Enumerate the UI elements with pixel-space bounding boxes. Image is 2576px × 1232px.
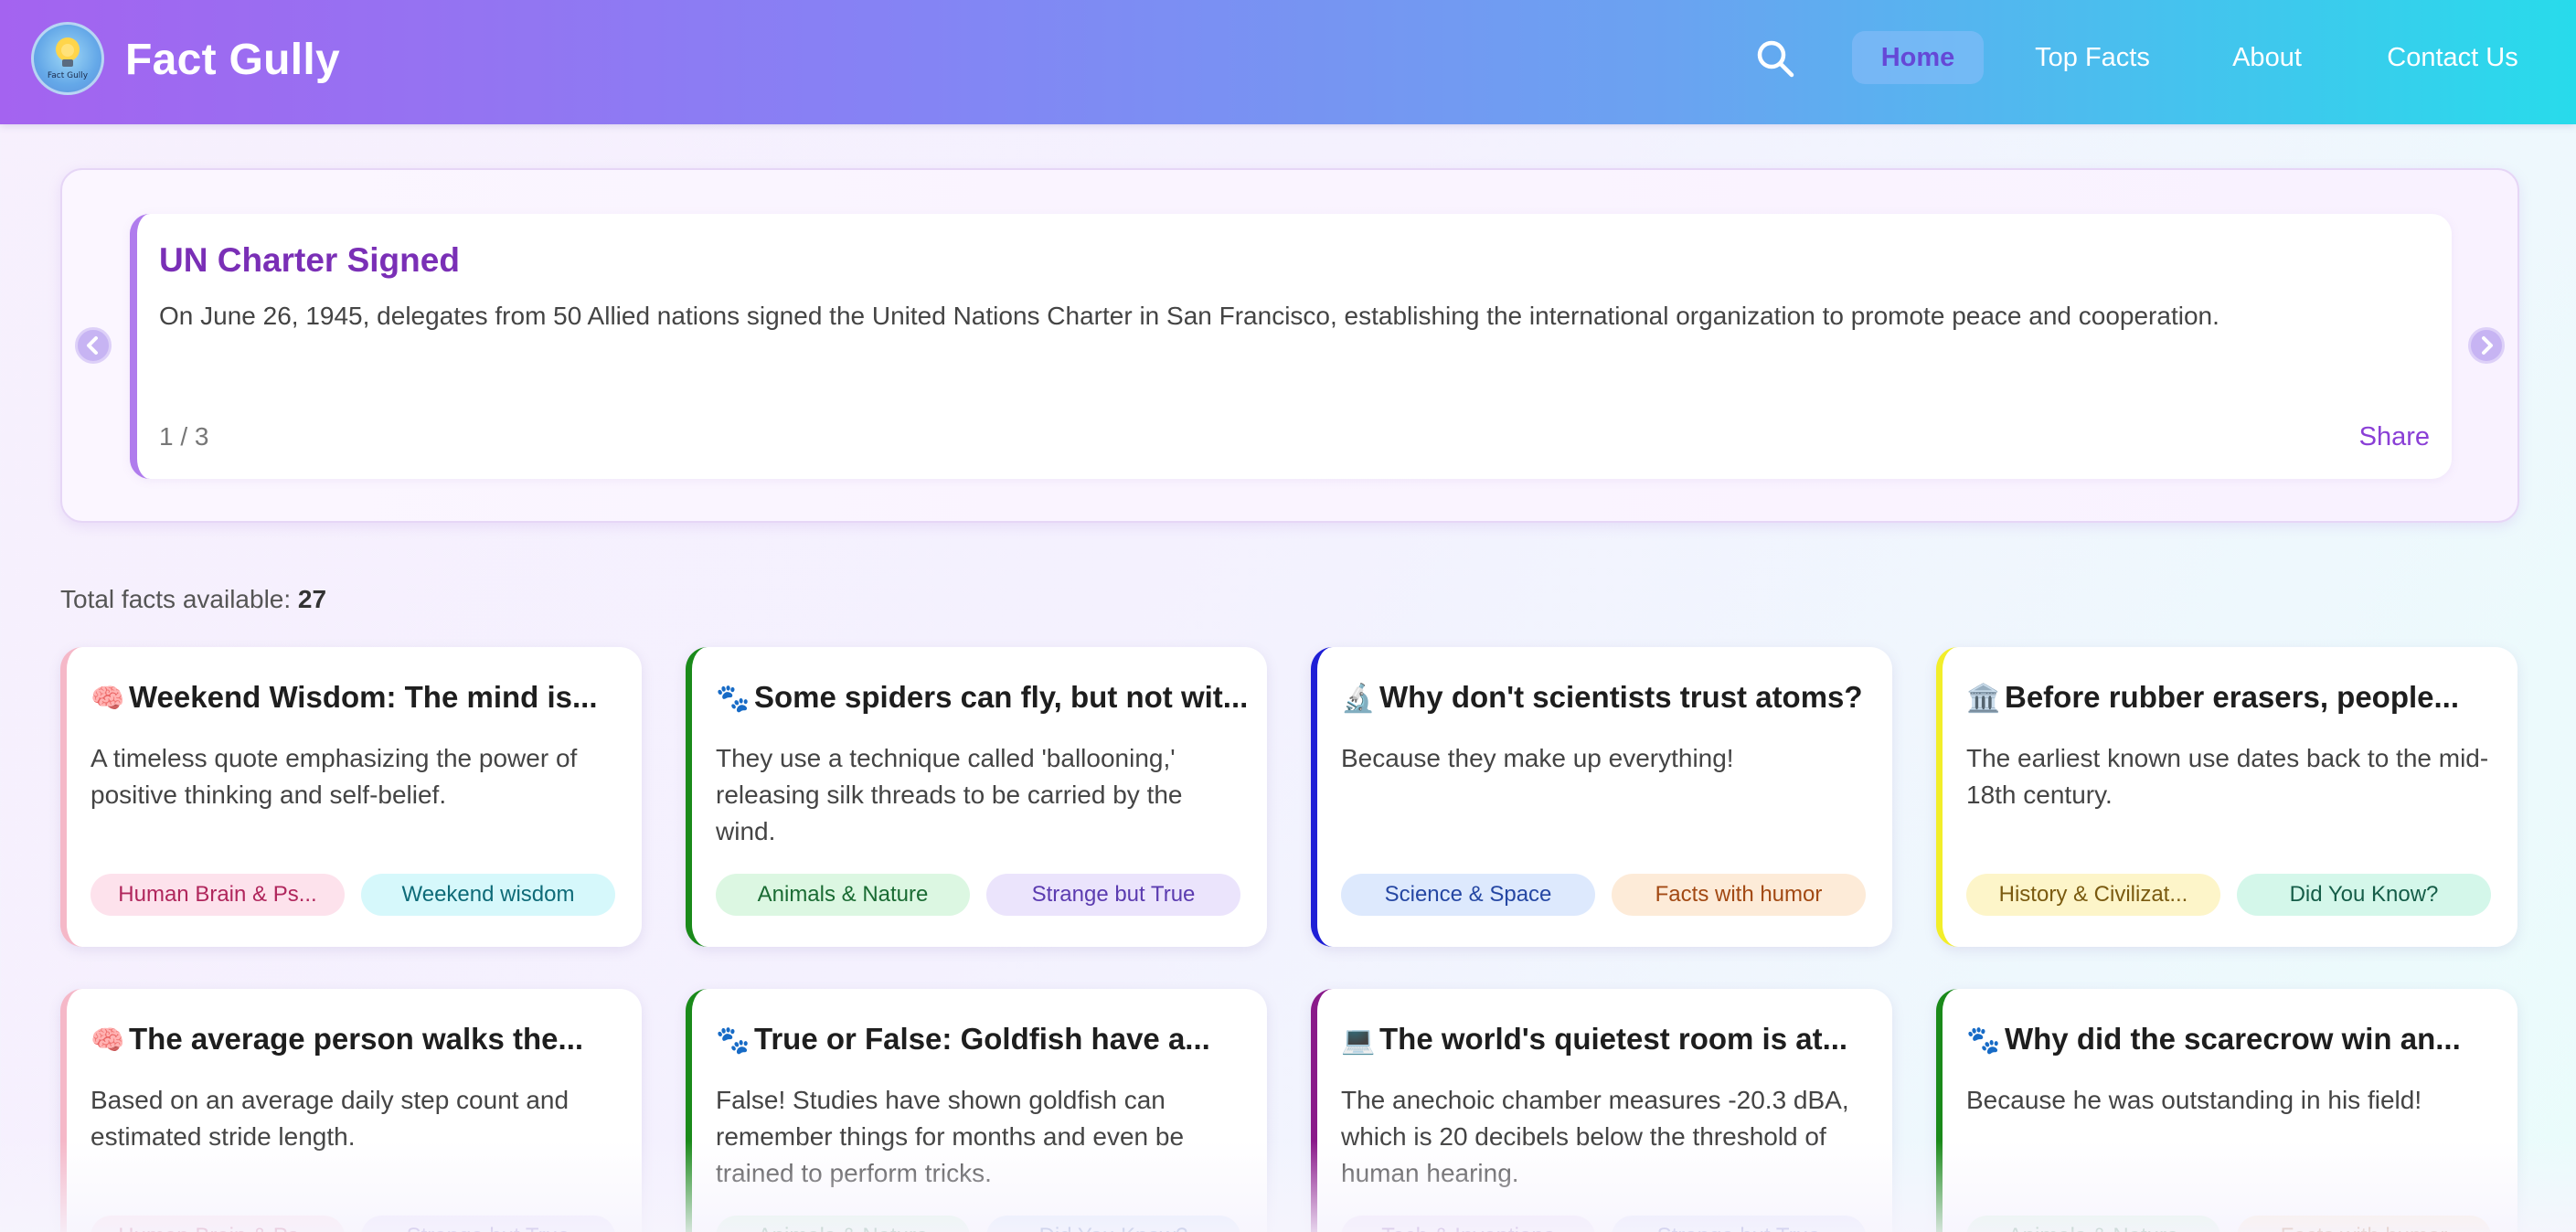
fact-card-tags: History & Civilizat... Did You Know?: [1966, 874, 2491, 916]
total-facts-count: 27: [297, 585, 327, 613]
fact-card-tags: Animals & Nature Did You Know?: [716, 1216, 1240, 1232]
fact-card-title-text: The average person walks the...: [129, 1022, 584, 1056]
category-tag[interactable]: Human Brain & Ps...: [90, 1216, 345, 1232]
nav-contact-us[interactable]: Contact Us: [2369, 31, 2536, 84]
fact-card-description: The anechoic chamber measures -20.3 dBA,…: [1341, 1086, 1849, 1187]
brand-name[interactable]: Fact Gully: [125, 35, 340, 85]
fact-card-tags: Human Brain & Ps... Weekend wisdom: [90, 874, 615, 916]
category-tag[interactable]: Facts with humor: [1612, 874, 1866, 916]
fact-card-title: 🐾 Some spiders can fly, but not wit...: [716, 680, 1255, 715]
top-navbar: Fact Gully Fact Gully Home Top Facts Abo…: [0, 0, 2576, 124]
category-tag[interactable]: Strange but True: [1612, 1216, 1866, 1232]
fact-card-tags: Animals & Nature Strange but True: [716, 874, 1240, 916]
total-facts-label: Total facts available:: [60, 585, 298, 613]
microscope-icon: 🔬: [1341, 684, 1376, 714]
featured-fact-card: UN Charter Signed On June 26, 1945, dele…: [130, 214, 2452, 479]
category-tag[interactable]: Science & Space: [1341, 874, 1595, 916]
total-facts: Total facts available: 27: [60, 585, 326, 614]
fact-card-title-text: True or False: Goldfish have a...: [754, 1022, 1210, 1056]
fact-card-description: A timeless quote emphasizing the power o…: [90, 744, 578, 809]
paw-icon: 🐾: [1966, 1025, 2001, 1056]
laptop-icon: 💻: [1341, 1025, 1376, 1056]
fact-card[interactable]: 🧠 Weekend Wisdom: The mind is... A timeles…: [60, 647, 642, 947]
fact-card-title-text: Before rubber erasers, people...: [2005, 680, 2460, 714]
logo[interactable]: Fact Gully: [31, 22, 104, 95]
fact-card[interactable]: 🔬 Why don't scientists trust atoms? Becaus…: [1311, 647, 1892, 947]
fact-card-title-text: The world's quietest room is at...: [1379, 1022, 1848, 1056]
fact-card[interactable]: 🏛️ Before rubber erasers, people... The ea…: [1936, 647, 2517, 947]
fact-card-tags: Animals & Nature Facts with humor: [1966, 1216, 2491, 1232]
fact-card-description: Because they make up everything!: [1341, 744, 1734, 772]
featured-fact-carousel: UN Charter Signed On June 26, 1945, dele…: [60, 168, 2519, 523]
fact-card-title: 🐾 True or False: Goldfish have a...: [716, 1022, 1255, 1057]
fact-card-tags: Tech & Inventions Strange but True: [1341, 1216, 1866, 1232]
fact-card-title-text: Why did the scarecrow win an...: [2005, 1022, 2461, 1056]
nav-about[interactable]: About: [2216, 31, 2318, 84]
fact-card-description: Because he was outstanding in his field!: [1966, 1086, 2422, 1114]
carousel-next-button[interactable]: [2468, 327, 2505, 364]
fact-card-title-text: Why don't scientists trust atoms?: [1379, 680, 1863, 714]
category-tag[interactable]: History & Civilizat...: [1966, 874, 2220, 916]
category-tag[interactable]: Did You Know?: [986, 1216, 1240, 1232]
paw-icon: 🐾: [716, 1025, 750, 1056]
category-tag[interactable]: Human Brain & Ps...: [90, 874, 345, 916]
fact-card-description: Based on an average daily step count and…: [90, 1086, 569, 1151]
fact-card[interactable]: 💻 The world's quietest room is at... The a…: [1311, 989, 1892, 1232]
landmark-icon: 🏛️: [1966, 684, 2001, 714]
fact-card[interactable]: 🧠 The average person walks the... Based on…: [60, 989, 642, 1232]
nav-top-facts[interactable]: Top Facts: [2026, 31, 2159, 84]
lightbulb-icon: Fact Gully: [48, 37, 89, 80]
fact-card[interactable]: 🐾 Why did the scarecrow win an... Because …: [1936, 989, 2517, 1232]
fact-card-title-text: Some spiders can fly, but not wit...: [754, 680, 1249, 714]
fact-card-tags: Human Brain & Ps... Strange but True: [90, 1216, 615, 1232]
carousel-counter: 1 / 3: [159, 422, 209, 451]
category-tag[interactable]: Animals & Nature: [716, 874, 970, 916]
fact-card-title: 🧠 Weekend Wisdom: The mind is...: [90, 680, 630, 715]
category-tag[interactable]: Animals & Nature: [1966, 1216, 2220, 1232]
search-button[interactable]: [1753, 37, 1797, 80]
chevron-left-icon: [87, 336, 98, 355]
fact-card-title: 🧠 The average person walks the...: [90, 1022, 630, 1057]
featured-fact-title: UN Charter Signed: [159, 241, 460, 279]
fact-card-title-text: Weekend Wisdom: The mind is...: [129, 680, 598, 714]
brain-icon: 🧠: [90, 684, 125, 714]
fact-card-description: The earliest known use dates back to the…: [1966, 744, 2489, 809]
category-tag[interactable]: Weekend wisdom: [361, 874, 615, 916]
nav-home[interactable]: Home: [1852, 31, 1984, 84]
search-icon: [1757, 40, 1794, 78]
fact-card-title: 🏛️ Before rubber erasers, people...: [1966, 680, 2506, 715]
fact-card-title: 🐾 Why did the scarecrow win an...: [1966, 1022, 2506, 1057]
chevron-right-icon: [2482, 336, 2493, 355]
category-tag[interactable]: Tech & Inventions: [1341, 1216, 1595, 1232]
category-tag[interactable]: Facts with humor: [2237, 1216, 2491, 1232]
fact-card-title: 💻 The world's quietest room is at...: [1341, 1022, 1880, 1057]
fact-card-description: They use a technique called 'ballooning,…: [716, 744, 1183, 845]
logo-text: Fact Gully: [48, 71, 89, 80]
fact-card-tags: Science & Space Facts with humor: [1341, 874, 1866, 916]
brain-icon: 🧠: [90, 1025, 125, 1056]
category-tag[interactable]: Strange but True: [986, 874, 1240, 916]
category-tag[interactable]: Animals & Nature: [716, 1216, 970, 1232]
fact-card[interactable]: 🐾 True or False: Goldfish have a... False!…: [686, 989, 1267, 1232]
category-tag[interactable]: Did You Know?: [2237, 874, 2491, 916]
fact-card[interactable]: 🐾 Some spiders can fly, but not wit... The…: [686, 647, 1267, 947]
category-tag[interactable]: Strange but True: [361, 1216, 615, 1232]
share-link[interactable]: Share: [2359, 422, 2430, 452]
fact-card-description: False! Studies have shown goldfish can r…: [716, 1086, 1185, 1187]
featured-fact-text: On June 26, 1945, delegates from 50 Alli…: [159, 302, 2219, 330]
fact-card-title: 🔬 Why don't scientists trust atoms?: [1341, 680, 1880, 715]
paw-icon: 🐾: [716, 684, 750, 714]
fact-cards-grid: 🧠 Weekend Wisdom: The mind is... A timeles…: [60, 647, 2519, 1232]
carousel-prev-button[interactable]: [75, 327, 112, 364]
